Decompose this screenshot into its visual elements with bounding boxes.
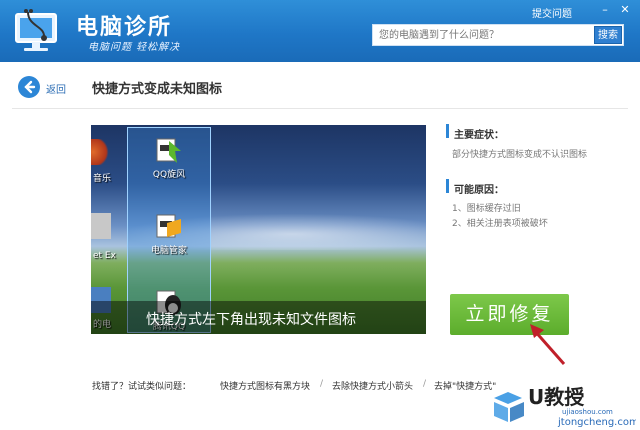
- cause-item: 2、相关注册表项被破坏: [452, 219, 548, 229]
- watermark-logo-icon: U教授 ujiaoshou.com jtongcheng.com: [494, 385, 639, 428]
- submit-question-link[interactable]: 提交问题: [532, 5, 572, 20]
- qq-xuanfeng-icon: [155, 137, 183, 165]
- separator: /: [320, 379, 324, 389]
- symptom-heading: 主要症状：: [454, 130, 504, 141]
- desktop-label: 音乐: [93, 174, 112, 184]
- search-box: 搜索: [372, 24, 624, 46]
- suggestion-link[interactable]: 去除快捷方式小箭头: [332, 379, 413, 392]
- desktop-label: et Ex: [93, 251, 116, 261]
- watermark-site: ujiaoshou.com: [562, 408, 613, 416]
- divider: [12, 108, 628, 109]
- cause-item: 1、图标缓存过旧: [452, 204, 521, 214]
- desktop-icon: QQ旋风: [149, 137, 189, 180]
- minimize-icon[interactable]: –: [598, 3, 612, 17]
- symptom-text: 部分快捷方式图标变成不认识图标: [452, 150, 588, 160]
- page-title: 快捷方式变成未知图标: [92, 82, 223, 97]
- suggestion-link[interactable]: 快捷方式图标有黑方块: [220, 379, 310, 392]
- app-title: 电脑诊所: [76, 15, 173, 40]
- desktop-icon: 电脑管家: [149, 213, 189, 256]
- watermark-brand: U教授: [528, 385, 585, 409]
- app-header: 电脑诊所 电脑问题 轻松解决 提交问题 – ✕ 搜索: [0, 0, 640, 62]
- search-button[interactable]: 搜索: [594, 26, 622, 44]
- screenshot-caption: 快捷方式左下角出现未知文件图标: [146, 312, 356, 328]
- separator: /: [423, 379, 427, 389]
- watermark-site2: jtongcheng.com: [557, 417, 636, 428]
- music-icon: [91, 139, 111, 165]
- close-icon[interactable]: ✕: [618, 3, 632, 17]
- back-arrow-icon[interactable]: [18, 76, 40, 98]
- section-marker: [446, 179, 449, 193]
- app-slogan: 电脑问题 轻松解决: [88, 42, 181, 53]
- problem-screenshot: 音乐 et Ex 的电 QQ旋风 电脑管家 腾讯QQ 快捷方式左下角出现未知文件…: [91, 125, 426, 334]
- search-input[interactable]: [373, 25, 593, 45]
- logo-icon: [10, 6, 66, 54]
- app-icon: [91, 213, 111, 239]
- section-marker: [446, 124, 449, 138]
- suggestion-lead: 找错了？试试类似问题：: [92, 382, 192, 392]
- cause-heading: 可能原因：: [454, 185, 504, 196]
- red-arrow-icon: [530, 324, 566, 365]
- pc-manager-icon: [155, 213, 183, 241]
- watermark: U教授 ujiaoshou.com jtongcheng.com: [486, 378, 639, 428]
- back-link[interactable]: 返回: [46, 81, 66, 96]
